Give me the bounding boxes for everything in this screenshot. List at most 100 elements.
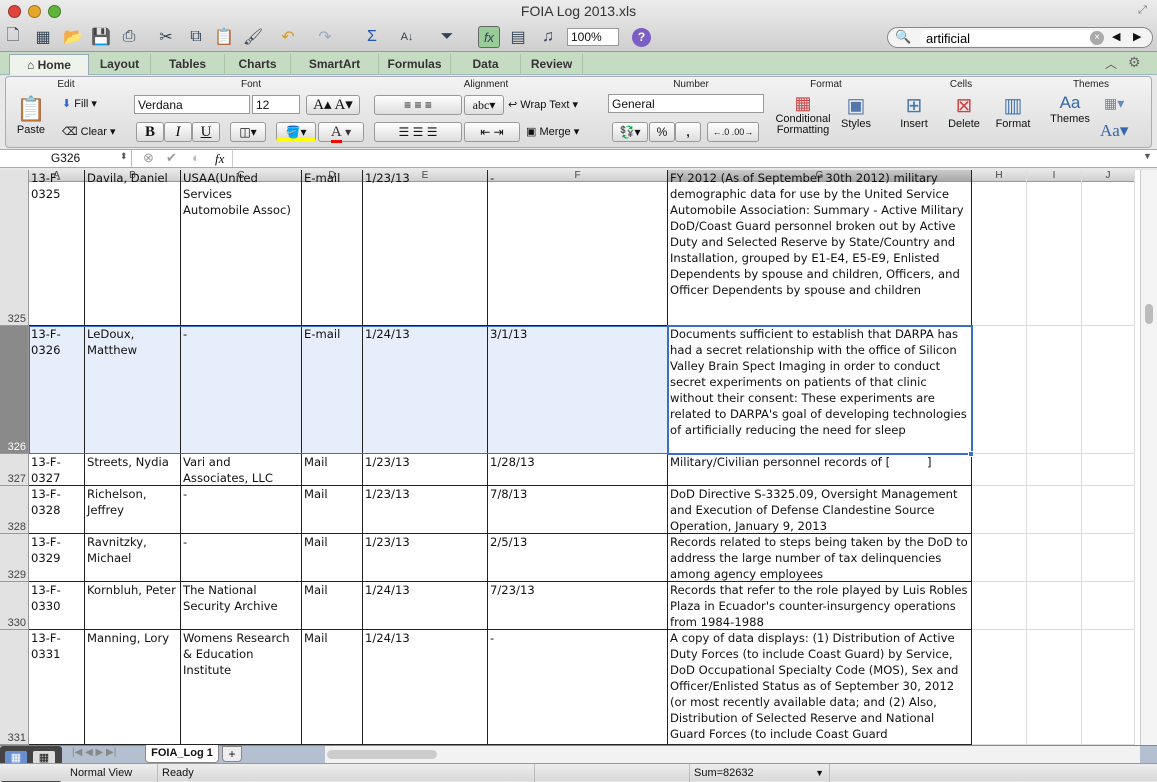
tab-charts[interactable]: Charts [225, 54, 291, 75]
cell-c325[interactable]: USAA(United Services Automobile Assoc) [181, 170, 302, 326]
vertical-align-buttons[interactable]: ≡ ≡ ≡ [374, 95, 462, 115]
cell-c326[interactable]: - [181, 326, 302, 454]
cell-a330[interactable]: 13-F- 0330 [29, 582, 85, 630]
wrap-text-button[interactable]: ↩ Wrap Text ▾ [508, 98, 578, 111]
cell-g325[interactable]: FY 2012 (As of September 30th 2012) mili… [668, 170, 972, 326]
gallery-icon[interactable]: ▤ [507, 26, 529, 48]
paste-icon[interactable]: 📋 [213, 26, 235, 48]
format-painter-icon[interactable]: 🖌 [242, 26, 264, 48]
orientation-button[interactable]: abc▾ [464, 95, 504, 115]
empty-cell[interactable] [1082, 326, 1135, 454]
empty-cell[interactable] [1027, 582, 1082, 630]
open-icon[interactable]: 📂 [62, 26, 84, 48]
cell-g330[interactable]: Records that refer to the role played by… [668, 582, 972, 630]
cell-e325[interactable]: 1/23/13 [363, 170, 488, 326]
cell-c329[interactable]: - [181, 534, 302, 582]
empty-cell[interactable] [1027, 630, 1082, 745]
previous-result-icon[interactable]: ◀ [1112, 30, 1120, 43]
empty-cell[interactable] [1027, 454, 1082, 486]
cell-f326[interactable]: 3/1/13 [488, 326, 668, 454]
empty-cell[interactable] [972, 326, 1027, 454]
italic-button[interactable]: I [164, 122, 192, 142]
cell-d327[interactable]: Mail [302, 454, 363, 486]
cell-e331[interactable]: 1/24/13 [363, 630, 488, 745]
cell-a329[interactable]: 13-F- 0329 [29, 534, 85, 582]
styles-button[interactable]: ▣ Styles [836, 93, 876, 130]
empty-cell[interactable] [972, 486, 1027, 534]
status-sum[interactable]: Sum=82632 ▼ [690, 764, 830, 782]
tab-layout[interactable]: Layout [89, 54, 151, 75]
font-name-select[interactable]: Verdana [134, 95, 250, 114]
sheet-tab-foia-log-1[interactable]: FOIA_Log 1 [145, 745, 219, 763]
tab-tables[interactable]: Tables [151, 54, 225, 75]
enter-icon[interactable]: ✔ [166, 150, 177, 166]
cell-d328[interactable]: Mail [302, 486, 363, 534]
comma-button[interactable]: , [675, 122, 701, 142]
borders-button[interactable]: ◫▾ [230, 122, 266, 142]
empty-cell[interactable] [972, 630, 1027, 745]
cell-e329[interactable]: 1/23/13 [363, 534, 488, 582]
cell-b326[interactable]: LeDoux, Matthew [85, 326, 181, 454]
zoom-select[interactable]: 100% [567, 28, 619, 46]
indent-buttons[interactable]: ⇤ ⇥ [464, 122, 520, 142]
tab-formulas[interactable]: Formulas [379, 54, 451, 75]
fill-color-button[interactable]: 🪣▾ [276, 122, 316, 142]
collapse-ribbon-icon[interactable]: ︿ [1105, 55, 1117, 72]
theme-colors-icon[interactable]: ▦▾ [1104, 95, 1124, 112]
cell-d330[interactable]: Mail [302, 582, 363, 630]
save-icon[interactable]: 💾 [90, 26, 112, 48]
tab-data[interactable]: Data [451, 54, 521, 75]
templates-icon[interactable]: ▦ [32, 26, 54, 48]
row-header-329[interactable]: 329 [0, 534, 29, 582]
cell-d326[interactable]: E-mail [302, 326, 363, 454]
cell-a326[interactable]: 13-F- 0326 [29, 326, 85, 454]
spreadsheet-grid[interactable]: A B C D E F G H I J 325 13-F- 0325 Davila, Daniel USA… [0, 170, 1140, 745]
cell-c330[interactable]: The National Security Archive [181, 582, 302, 630]
empty-cell[interactable] [1082, 630, 1135, 745]
cut-icon[interactable]: ✂ [155, 26, 177, 48]
cell-g326[interactable]: Documents sufficient to establish that D… [667, 325, 973, 455]
cell-a331[interactable]: 13-F- 0331 [29, 630, 85, 745]
cell-g331[interactable]: A copy of data displays: (1) Distributio… [668, 630, 972, 745]
empty-cell[interactable] [972, 534, 1027, 582]
search-input[interactable] [920, 30, 1096, 46]
new-workbook-icon[interactable]: 🗋 [2, 26, 24, 48]
cell-f327[interactable]: 1/28/13 [488, 454, 668, 486]
cell-f331[interactable]: - [488, 630, 668, 745]
expand-formula-icon[interactable]: ▼ [1143, 151, 1152, 161]
cell-e327[interactable]: 1/23/13 [363, 454, 488, 486]
decimal-buttons[interactable]: ←.0 .00→ [707, 122, 759, 142]
empty-cell[interactable] [972, 454, 1027, 486]
filter-icon[interactable]: ⏷ [436, 26, 458, 48]
vertical-scroll-thumb[interactable] [1145, 304, 1153, 324]
cell-g329[interactable]: Records related to steps being taken by … [668, 534, 972, 582]
cell-f329[interactable]: 2/5/13 [488, 534, 668, 582]
row-header-330[interactable]: 330 [0, 582, 29, 630]
cell-b327[interactable]: Streets, Nydia [85, 454, 181, 486]
empty-cell[interactable] [1027, 326, 1082, 454]
cell-c327[interactable]: Vari and Associates, LLC [181, 454, 302, 486]
cell-d325[interactable]: E-mail [302, 170, 363, 326]
cell-a328[interactable]: 13-F- 0328 [29, 486, 85, 534]
insert-cells-button[interactable]: ⊞ Insert [892, 93, 936, 130]
search-icon[interactable]: 🔍 [895, 29, 911, 45]
cell-e330[interactable]: 1/24/13 [363, 582, 488, 630]
paste-button[interactable]: 📋 Paste [11, 95, 51, 147]
insert-function-icon[interactable]: ◐ [192, 150, 200, 165]
row-header-328[interactable]: 328 [0, 486, 29, 534]
cell-b331[interactable]: Manning, Lory [85, 630, 181, 745]
cell-f328[interactable]: 7/8/13 [488, 486, 668, 534]
empty-cell[interactable] [1082, 170, 1135, 326]
clear-search-icon[interactable]: × [1090, 31, 1104, 45]
currency-button[interactable]: 💱▾ [612, 122, 648, 142]
sheet-navigation-arrows[interactable]: |◀ ◀ ▶ ▶| [72, 747, 116, 758]
empty-cell[interactable] [972, 582, 1027, 630]
percent-button[interactable]: % [649, 122, 675, 142]
theme-fonts-button[interactable]: Aa▾ [1100, 121, 1128, 141]
bold-button[interactable]: B [136, 122, 164, 142]
cell-d329[interactable]: Mail [302, 534, 363, 582]
cell-a325[interactable]: 13-F- 0325 [29, 170, 85, 326]
empty-cell[interactable] [1082, 582, 1135, 630]
clear-button[interactable]: ⌫ Clear ▾ [62, 125, 116, 138]
cell-e328[interactable]: 1/23/13 [363, 486, 488, 534]
